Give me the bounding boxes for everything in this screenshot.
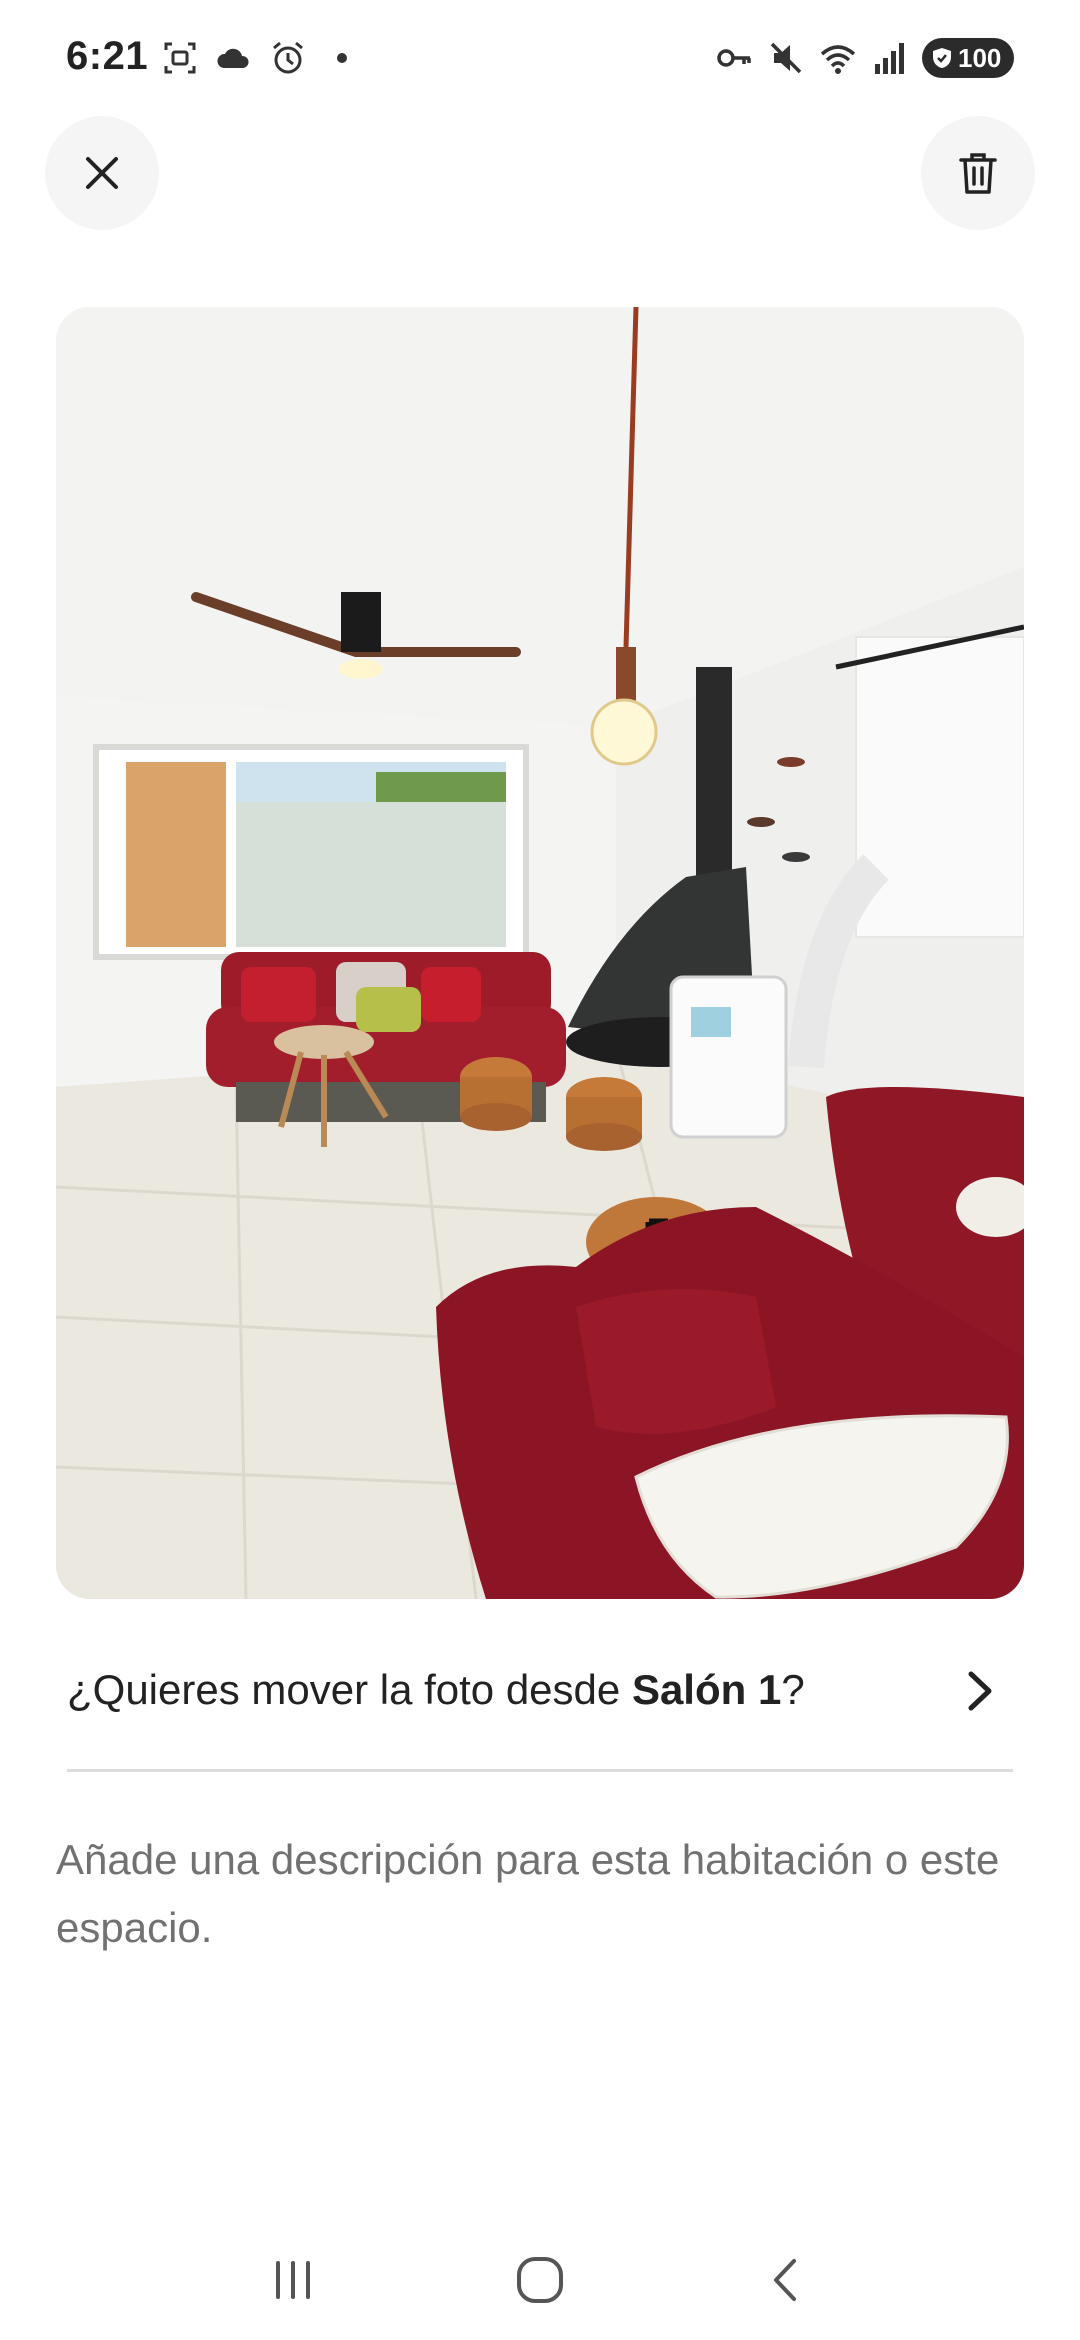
description-input[interactable]: Añade una descripción para esta habitaci…	[56, 1826, 1024, 1962]
close-button[interactable]	[45, 116, 159, 230]
cloud-icon	[217, 48, 249, 68]
screenshot-icon	[164, 42, 196, 74]
home-button[interactable]	[500, 2240, 580, 2320]
current-room-name: Salón 1	[631, 1666, 782, 1714]
wifi-icon	[820, 45, 856, 74]
close-icon	[86, 157, 118, 189]
living-room-photo[interactable]	[56, 307, 1024, 1599]
shield-icon	[933, 48, 951, 68]
mute-icon	[770, 42, 802, 74]
navigation-bar	[0, 2220, 1080, 2340]
back-button[interactable]	[747, 2240, 827, 2320]
move-suffix: ?	[781, 1666, 805, 1714]
key-icon	[717, 49, 751, 67]
dot-icon	[337, 53, 347, 63]
chevron-right-icon	[968, 1671, 992, 1710]
status-right-icons: 100	[714, 38, 1014, 78]
delete-photo-button[interactable]	[921, 116, 1035, 230]
recents-button[interactable]	[253, 2240, 333, 2320]
battery-icon: 100	[922, 38, 1014, 78]
move-photo-text: ¿Quieres mover la foto desde Salón 1?	[67, 1665, 805, 1743]
home-icon	[516, 2257, 563, 2303]
move-photo-row[interactable]: ¿Quieres mover la foto desde Salón 1?	[67, 1640, 1013, 1772]
status-left-icons	[160, 38, 362, 78]
alarm-icon	[273, 41, 303, 74]
status-bar: 6:21 100	[0, 0, 1080, 116]
signal-icon	[875, 43, 904, 74]
trash-icon	[959, 153, 997, 194]
back-icon	[773, 2259, 796, 2301]
status-time: 6:21	[66, 34, 149, 78]
move-prefix: ¿Quieres mover la foto desde	[67, 1666, 632, 1714]
photo-illustration	[56, 307, 1024, 1599]
battery-level: 100	[958, 42, 1002, 73]
recents-icon	[276, 2261, 311, 2299]
